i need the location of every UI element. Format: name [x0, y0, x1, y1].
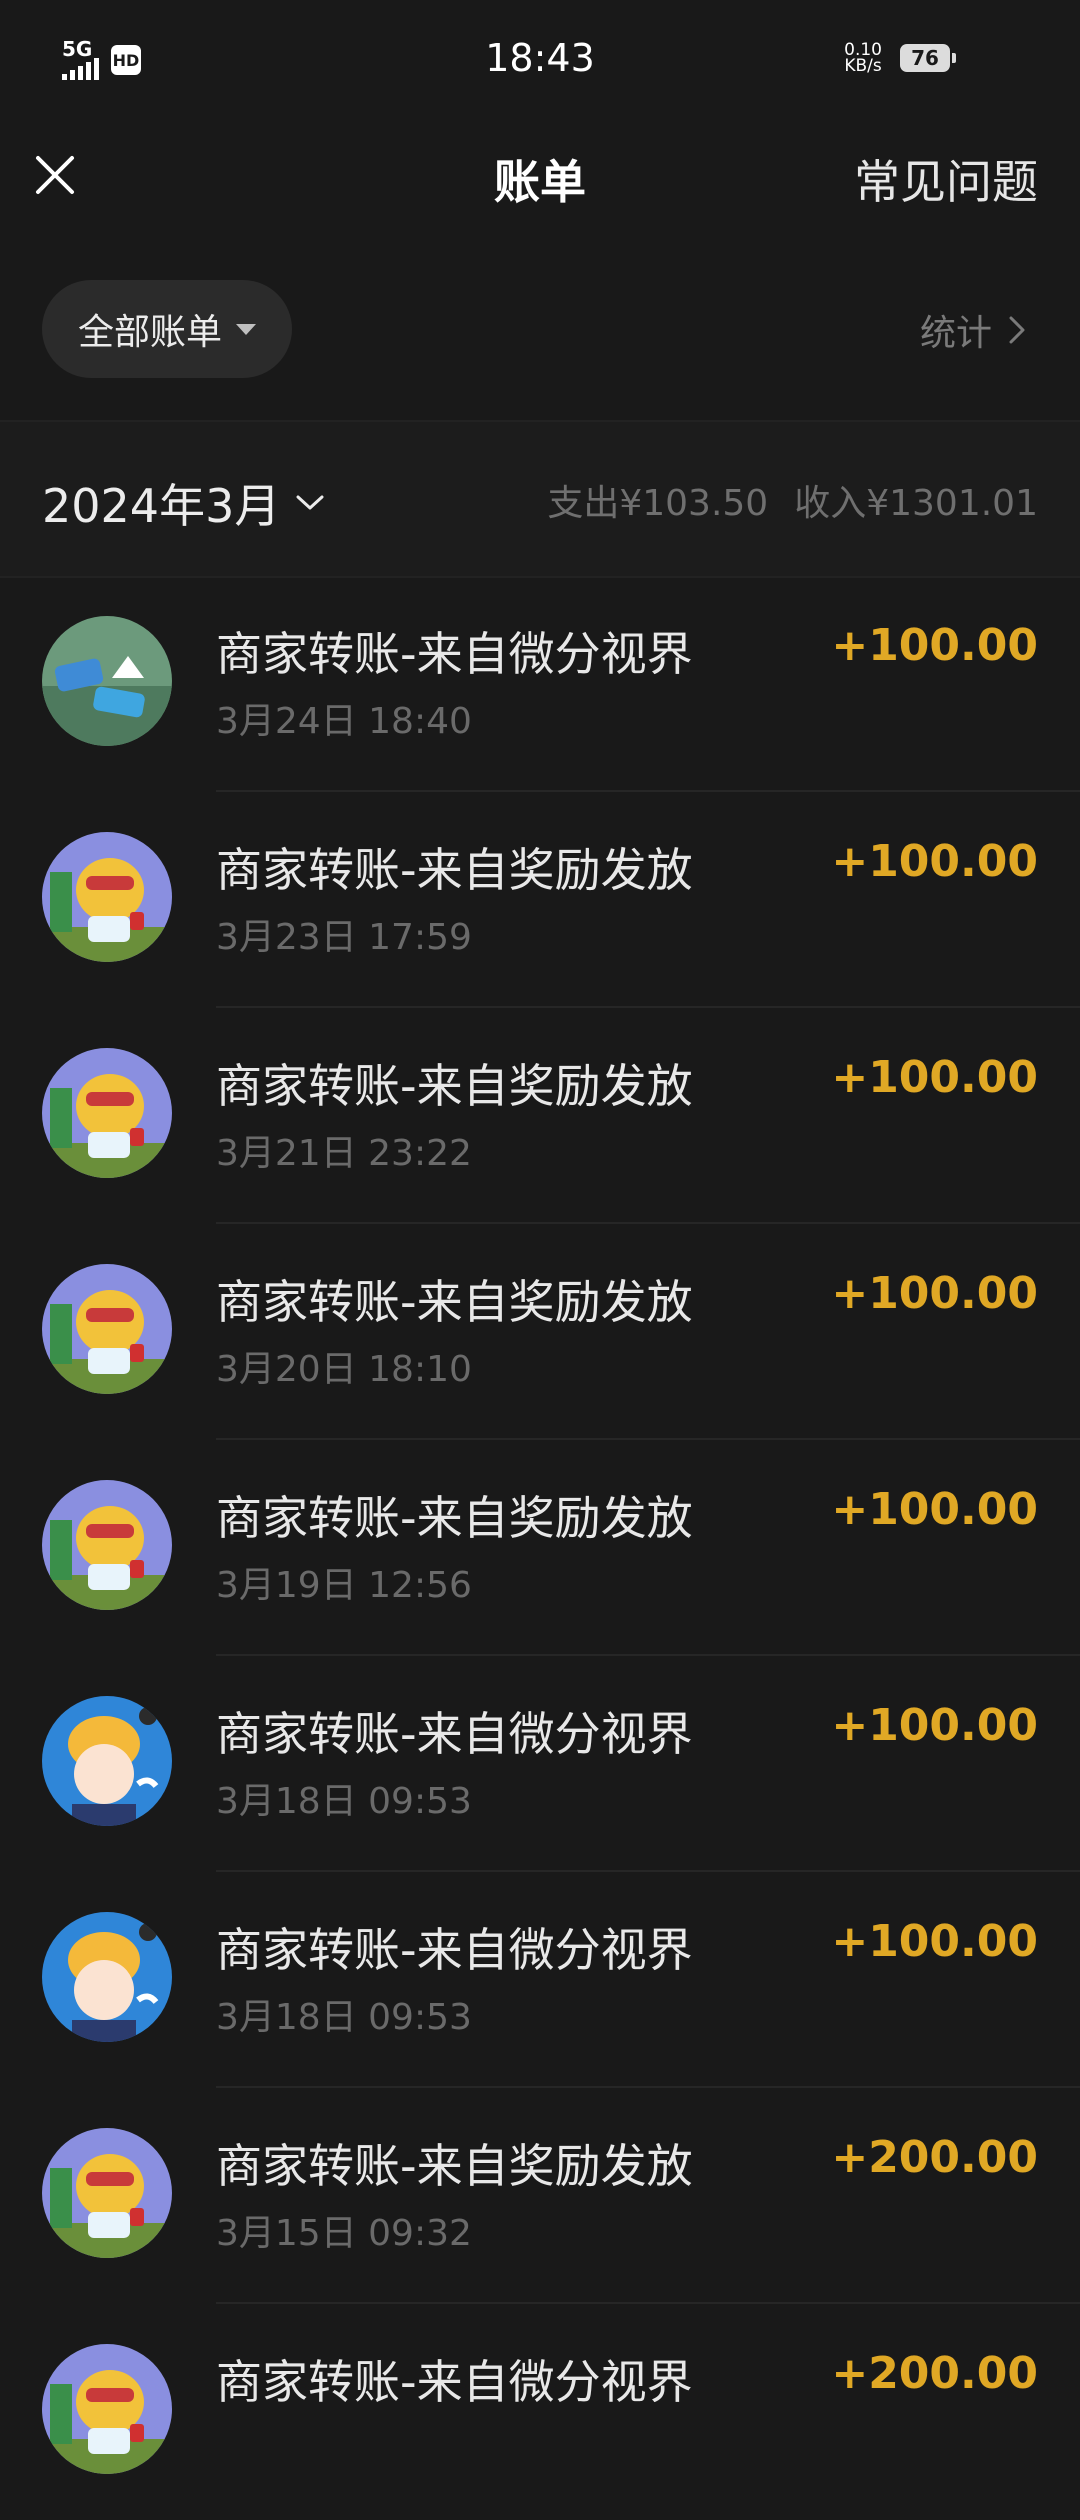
transaction-row[interactable]: 商家转账-来自微分视界 3月18日 09:53 +100.00	[0, 1872, 1080, 2088]
transaction-title: 商家转账-来自微分视界	[216, 2355, 693, 2409]
month-picker[interactable]: 2024年3月	[42, 470, 326, 536]
transaction-title: 商家转账-来自奖励发放	[216, 1275, 693, 1329]
transaction-time: 3月15日 09:32	[216, 2213, 472, 2254]
transaction-time: 3月21日 23:22	[216, 1133, 472, 1174]
transaction-amount: +100.00	[831, 1484, 1038, 1535]
transaction-title: 商家转账-来自微分视界	[216, 1923, 693, 1977]
status-right: 0.10 KB/s 76	[844, 42, 956, 76]
monkey-avatar	[42, 1264, 172, 1394]
transaction-title: 商家转账-来自奖励发放	[216, 2139, 693, 2193]
transaction-amount: +100.00	[831, 1700, 1038, 1751]
network-speed: 0.10 KB/s	[844, 42, 882, 76]
transaction-time: 3月18日 09:53	[216, 1997, 472, 2038]
transaction-title: 商家转账-来自奖励发放	[216, 1491, 693, 1545]
cartoon-boy-avatar	[42, 1912, 172, 2042]
status-bar: 5G HD 18:43 0.10 KB/s 76	[0, 0, 1080, 120]
monkey-avatar	[42, 1048, 172, 1178]
transaction-time: 3月19日 12:56	[216, 1565, 472, 1606]
transaction-amount: +200.00	[831, 2132, 1038, 2183]
monkey-avatar	[42, 832, 172, 962]
nav-bar: 账单 常见问题	[0, 120, 1080, 230]
chevron-down-icon	[296, 495, 324, 510]
stats-label: 统计	[919, 313, 992, 354]
transaction-row[interactable]: 商家转账-来自奖励发放 3月15日 09:32 +200.00	[0, 2088, 1080, 2304]
transaction-amount: +100.00	[831, 1052, 1038, 1103]
battery-icon: 76	[900, 44, 956, 72]
month-summary: 支出¥103.50 收入¥1301.01	[547, 474, 1038, 526]
transaction-title: 商家转账-来自微分视界	[216, 627, 693, 681]
transaction-amount: +100.00	[831, 620, 1038, 671]
transaction-list: 商家转账-来自微分视界 3月24日 18:40 +100.00 商家转账-来自奖…	[0, 576, 1080, 2520]
transaction-amount: +100.00	[831, 1268, 1038, 1319]
transaction-title: 商家转账-来自奖励发放	[216, 843, 693, 897]
stats-link[interactable]: 统计	[920, 304, 1030, 356]
transaction-row[interactable]: 商家转账-来自微分视界 3月24日 18:40 +100.00	[0, 576, 1080, 792]
transaction-time: 3月24日 18:40	[216, 701, 472, 742]
chevron-right-icon	[1009, 316, 1025, 344]
monkey-avatar	[42, 2128, 172, 2258]
transaction-amount: +100.00	[831, 836, 1038, 887]
caret-down-icon	[236, 323, 256, 335]
expense-total: 支出¥103.50	[547, 483, 769, 524]
cartoon-boy-avatar	[42, 1696, 172, 1826]
monkey-avatar	[42, 2344, 172, 2474]
transaction-row[interactable]: 商家转账-来自奖励发放 3月23日 17:59 +100.00	[0, 792, 1080, 1008]
transaction-row[interactable]: 商家转账-来自奖励发放 3月21日 23:22 +100.00	[0, 1008, 1080, 1224]
transaction-row[interactable]: 商家转账-来自微分视界 3月18日 09:53 +100.00	[0, 1656, 1080, 1872]
transaction-title: 商家转账-来自奖励发放	[216, 1059, 693, 1113]
transaction-title: 商家转账-来自微分视界	[216, 1707, 693, 1761]
faq-link[interactable]: 常见问题	[854, 146, 1038, 212]
transaction-row[interactable]: 商家转账-来自微分视界 +200.00	[0, 2304, 1080, 2520]
monkey-avatar	[42, 1480, 172, 1610]
bill-filter-dropdown[interactable]: 全部账单	[42, 280, 292, 378]
month-label: 2024年3月	[42, 479, 281, 533]
transaction-time: 3月18日 09:53	[216, 1781, 472, 1822]
transaction-time: 3月23日 17:59	[216, 917, 472, 958]
transaction-row[interactable]: 商家转账-来自奖励发放 3月20日 18:10 +100.00	[0, 1224, 1080, 1440]
transaction-time: 3月20日 18:10	[216, 1349, 472, 1390]
transaction-amount: +200.00	[831, 2348, 1038, 2399]
filter-label: 全部账单	[77, 312, 222, 353]
transaction-amount: +100.00	[831, 1916, 1038, 1967]
income-total: 收入¥1301.01	[794, 483, 1038, 524]
transaction-row[interactable]: 商家转账-来自奖励发放 3月19日 12:56 +100.00	[0, 1440, 1080, 1656]
house-badge-avatar	[42, 616, 172, 746]
speed-unit: KB/s	[844, 56, 882, 76]
